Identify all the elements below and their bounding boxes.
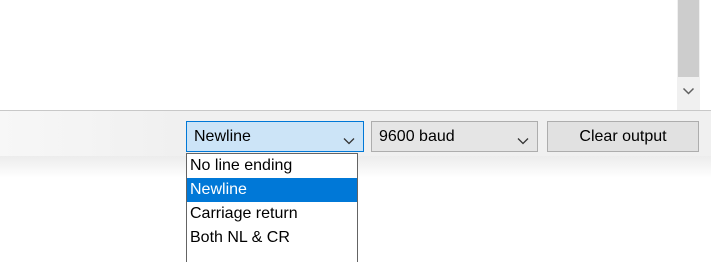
chevron-down-icon xyxy=(343,132,355,150)
chevron-down-icon xyxy=(517,132,529,150)
line-ending-option[interactable]: Both NL & CR xyxy=(187,226,357,250)
output-vertical-scrollbar[interactable] xyxy=(677,0,700,110)
clear-output-button[interactable]: Clear output xyxy=(547,121,699,152)
baud-rate-select[interactable]: 9600 baud xyxy=(371,121,538,152)
scroll-down-button[interactable] xyxy=(677,80,700,104)
scrollbar-thumb[interactable] xyxy=(678,0,699,77)
serial-monitor: Newline 9600 baud Clear output No line e… xyxy=(0,0,711,262)
baud-rate-value: 9600 baud xyxy=(379,128,455,145)
line-ending-value: Newline xyxy=(194,128,251,145)
line-ending-option[interactable]: No line ending xyxy=(187,154,357,178)
line-ending-dropdown-list: No line ending Newline Carriage return B… xyxy=(186,153,358,262)
line-ending-option-selected[interactable]: Newline xyxy=(187,178,357,202)
chevron-down-icon xyxy=(682,87,695,95)
serial-output-area[interactable] xyxy=(0,0,677,110)
control-bar-left-area xyxy=(0,111,180,157)
line-ending-select[interactable]: Newline xyxy=(186,121,364,152)
line-ending-option[interactable]: Carriage return xyxy=(187,202,357,226)
